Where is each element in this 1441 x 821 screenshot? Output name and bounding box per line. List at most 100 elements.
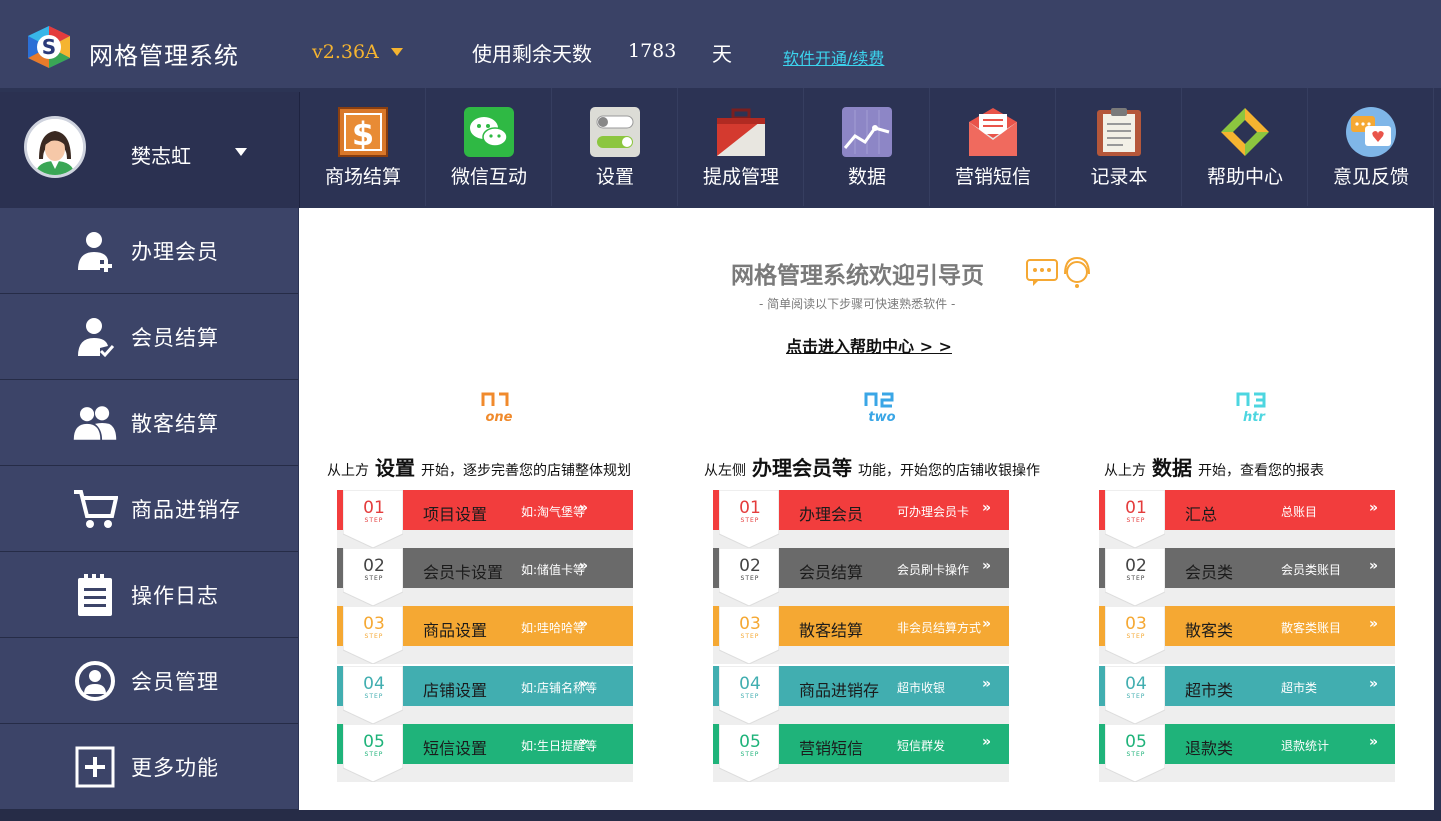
step-number: 04 — [363, 674, 385, 694]
step-caption: STEP — [740, 575, 760, 582]
step-number-01-icon: one — [481, 392, 513, 424]
sidebar-label: 操作日志 — [131, 584, 219, 608]
feedback-chat-icon — [1346, 107, 1396, 157]
toolbar-help-center[interactable]: 帮助中心 — [1182, 88, 1308, 206]
toolbar-data[interactable]: 数据 — [804, 88, 930, 206]
intro-keyword: 办理会员等 — [752, 456, 852, 480]
step-number: 02 — [363, 556, 385, 576]
step-name: 营销短信 — [799, 739, 864, 758]
toolbar-settings[interactable]: 设置 — [552, 88, 678, 206]
step-row[interactable]: 03 STEP 散客类 散客类账目 » — [1099, 606, 1395, 664]
double-chevron-right-icon[interactable]: » — [579, 558, 588, 574]
renew-link[interactable]: 软件开通/续费 — [783, 45, 884, 69]
double-chevron-right-icon[interactable]: » — [982, 616, 991, 632]
step-description: 如:淘气堡等 — [521, 505, 586, 519]
double-chevron-right-icon[interactable]: » — [1369, 734, 1378, 750]
step-row[interactable]: 04 STEP 商品进销存 超市收银 » — [713, 666, 1009, 724]
sidebar-item-operation-log[interactable]: 操作日志 — [0, 552, 298, 638]
double-chevron-right-icon[interactable]: » — [579, 734, 588, 750]
step-row[interactable]: 04 STEP 超市类 超市类 » — [1099, 666, 1395, 724]
double-chevron-right-icon[interactable]: » — [1369, 676, 1378, 692]
step-row[interactable]: 03 STEP 商品设置 如:哇哈哈等» — [337, 606, 633, 664]
toolbar-notebook[interactable]: 记录本 — [1056, 88, 1182, 206]
user-panel[interactable]: 樊志虹 — [0, 92, 300, 208]
step-description: 可办理会员卡 — [897, 505, 970, 519]
version-label[interactable]: v2.36A — [312, 41, 379, 63]
remaining-days-unit: 天 — [712, 42, 732, 66]
welcome-guide-panel: 网格管理系统欢迎引导页 - 简单阅读以下步骤可快速熟悉软件 - 点击进入帮助中心… — [299, 208, 1434, 810]
toolbar-mall-checkout[interactable]: $ 商场结算 — [300, 88, 426, 206]
step-number: 04 — [1125, 674, 1147, 694]
toolbar-label: 意见反馈 — [1332, 166, 1409, 188]
toolbar-feedback[interactable]: 意见反馈 — [1308, 88, 1434, 206]
sidebar-item-member-management[interactable]: 会员管理 — [0, 638, 298, 724]
help-center-link[interactable]: 点击进入帮助中心 > > — [786, 333, 952, 357]
toolbar-sms[interactable]: 营销短信 — [930, 88, 1056, 206]
sidebar-label: 会员管理 — [131, 670, 219, 694]
step-caption: STEP — [364, 575, 384, 582]
step-row[interactable]: 01 STEP 项目设置 如:淘气堡等» — [337, 490, 633, 548]
step-number: 01 — [739, 498, 761, 518]
step-row[interactable]: 05 STEP 退款类 退款统计 » — [1099, 724, 1395, 782]
sidebar-item-register-member[interactable]: 办理会员 — [0, 208, 298, 294]
user-dropdown-icon[interactable] — [235, 148, 247, 156]
double-chevron-right-icon[interactable]: » — [579, 500, 588, 516]
step-caption: STEP — [740, 693, 760, 700]
version-dropdown-icon[interactable] — [391, 48, 403, 56]
app-logo-icon: S — [28, 26, 70, 68]
double-chevron-right-icon[interactable]: » — [982, 558, 991, 574]
step-caption: STEP — [740, 517, 760, 524]
plus-box-icon — [75, 746, 115, 788]
step-row[interactable]: 02 STEP 会员类 会员类账目 » — [1099, 548, 1395, 606]
toolbar-commission[interactable]: 提成管理 — [678, 88, 804, 206]
sidebar-item-more-functions[interactable]: 更多功能 — [0, 724, 298, 810]
double-chevron-right-icon[interactable]: » — [579, 616, 588, 632]
step-description: 超市类 — [1281, 681, 1318, 695]
avatar[interactable] — [24, 116, 86, 178]
step-row[interactable]: 02 STEP 会员卡设置 如:储值卡等» — [337, 548, 633, 606]
sidebar-item-guest-checkout[interactable]: 散客结算 — [0, 380, 298, 466]
user-avatar-icon — [27, 119, 83, 175]
column-intro: 从上方 设置 开始，逐步完善您的店铺整体规划 — [327, 452, 631, 481]
double-chevron-right-icon[interactable]: » — [982, 500, 991, 516]
step-description: 非会员结算方式 — [897, 621, 982, 635]
double-chevron-right-icon[interactable]: » — [1369, 500, 1378, 516]
step-number: 02 — [739, 556, 761, 576]
double-chevron-right-icon[interactable]: » — [1369, 558, 1378, 574]
sidebar-label: 会员结算 — [131, 326, 219, 350]
welcome-title: 网格管理系统欢迎引导页 — [731, 263, 984, 289]
double-chevron-right-icon[interactable]: » — [982, 734, 991, 750]
step-caption: STEP — [740, 751, 760, 758]
sidebar-label: 办理会员 — [131, 240, 219, 264]
step-caption: STEP — [364, 517, 384, 524]
step-number: 03 — [739, 614, 761, 634]
step-row[interactable]: 01 STEP 办理会员 可办理会员卡 » — [713, 490, 1009, 548]
step-number-caption: htr — [1243, 410, 1266, 424]
app-title: 网格管理系统 — [89, 42, 239, 70]
step-row[interactable]: 02 STEP 会员结算 会员刷卡操作 » — [713, 548, 1009, 606]
step-row[interactable]: 05 STEP 营销短信 短信群发 » — [713, 724, 1009, 782]
step-description: 如:哇哈哈等 — [521, 621, 586, 635]
clipboard-icon — [78, 574, 112, 616]
intro-keyword: 数据 — [1152, 456, 1192, 480]
step-number: 02 — [1125, 556, 1147, 576]
double-chevron-right-icon[interactable]: » — [579, 676, 588, 692]
step-description: 散客类账目 — [1281, 621, 1342, 635]
step-row[interactable]: 04 STEP 店铺设置 如:店铺名称等» — [337, 666, 633, 724]
sidebar-item-member-checkout[interactable]: 会员结算 — [0, 294, 298, 380]
step-name: 汇总 — [1185, 505, 1218, 524]
step-description: 退款统计 — [1281, 739, 1330, 753]
sidebar-item-inventory[interactable]: 商品进销存 — [0, 466, 298, 552]
step-caption: STEP — [1126, 633, 1146, 640]
step-row[interactable]: 05 STEP 短信设置 如:生日提醒等» — [337, 724, 633, 782]
step-row[interactable]: 03 STEP 散客结算 非会员结算方式» — [713, 606, 1009, 664]
toolbar-label: 营销短信 — [954, 166, 1031, 188]
double-chevron-right-icon[interactable]: » — [1369, 616, 1378, 632]
user-name[interactable]: 樊志虹 — [131, 140, 191, 169]
step-description: 如:储值卡等 — [521, 563, 586, 577]
double-chevron-right-icon[interactable]: » — [982, 676, 991, 692]
step-row[interactable]: 01 STEP 汇总 总账目 » — [1099, 490, 1395, 548]
intro-suffix: 功能，开始您的店铺收银操作 — [858, 463, 1040, 479]
toolbar-wechat[interactable]: 微信互动 — [426, 88, 552, 206]
step-number: 04 — [739, 674, 761, 694]
